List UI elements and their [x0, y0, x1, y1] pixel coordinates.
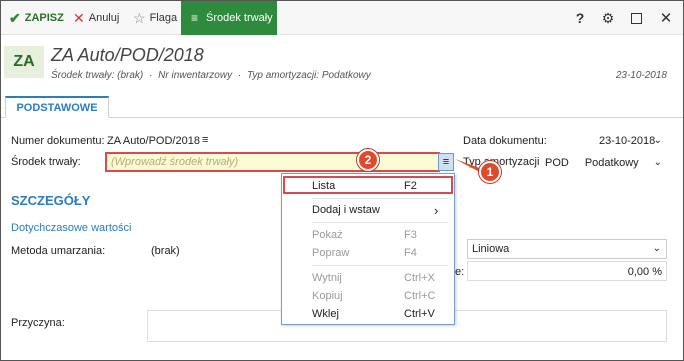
menu-item-shortcut: Ctrl+C — [404, 290, 436, 302]
menu-item-cut: Wytnij Ctrl+X — [282, 269, 454, 287]
subtitle-sep: · — [149, 70, 153, 81]
rate-value: 0,00 % — [627, 266, 662, 278]
amort-type-select[interactable]: POD Podatkowy ⌄ — [540, 153, 668, 173]
amort-value: Podatkowy — [584, 157, 639, 169]
help-icon: ? — [575, 10, 585, 26]
reason-label: Przyczyna: — [11, 317, 65, 329]
doc-date-value: 23-10-2018 — [599, 135, 656, 147]
asset-placeholder: (Wprowadź środek trwały) — [111, 156, 239, 168]
menu-item-show: Pokaż F3 — [282, 226, 454, 244]
subtitle-inventory: Nr inwentarzowy — [158, 70, 233, 81]
chevron-right-icon: › — [434, 202, 439, 218]
menu-divider — [312, 198, 448, 199]
save-label: ZAPISZ — [24, 12, 64, 24]
cancel-label: Anuluj — [88, 12, 120, 24]
asset-input[interactable]: (Wprowadź środek trwały) — [105, 152, 440, 172]
menu-item-shortcut: F3 — [404, 229, 417, 241]
menu-item-label: Wytnij — [312, 272, 342, 284]
close-icon: ✕ — [659, 10, 673, 27]
menu-item-label: Pokaż — [312, 229, 343, 241]
toolbar: ✔ ZAPISZ ✕ Anuluj ☆ Flaga ≡ Środek trwał… — [1, 1, 683, 35]
fixed-asset-label: Środek trwały — [206, 12, 273, 24]
menu-item-shortcut: Ctrl+V — [404, 308, 435, 320]
callout-badge-1: 1 — [479, 161, 501, 183]
doc-number-value[interactable]: ZA Auto/POD/2018 — [107, 135, 200, 147]
amort-code: POD — [545, 157, 569, 169]
doc-date-label: Data dokumentu: — [463, 135, 547, 147]
subtitle-asset: Środek trwały: (brak) — [51, 70, 144, 81]
menu-item-paste[interactable]: Wklej Ctrl+V — [282, 305, 454, 323]
menu-item-copy: Kopiuj Ctrl+C — [282, 287, 454, 305]
fixed-asset-button[interactable]: ≡ Środek trwały — [181, 1, 277, 35]
star-icon: ☆ — [133, 9, 146, 26]
chevron-down-icon: ⌄ — [653, 157, 662, 168]
menu-icon: ≡ — [442, 156, 450, 168]
document-badge: ZA — [4, 46, 44, 78]
page-title: ZA Auto/POD/2018 — [51, 45, 204, 65]
flag-button[interactable]: ☆ Flaga — [133, 1, 177, 35]
save-button[interactable]: ✔ ZAPISZ — [9, 1, 64, 35]
asset-label: Środek trwały: — [11, 156, 81, 168]
method-value: (brak) — [151, 245, 180, 257]
rate-field[interactable]: 0,00 % — [467, 261, 667, 281]
subtitle-amort: Typ amortyzacji: Podatkowy — [246, 70, 371, 81]
menu-item-edit: Popraw F4 — [282, 244, 454, 262]
previous-values-subsection: Dotychczasowe wartości — [11, 222, 132, 234]
menu-item-shortcut: F2 — [404, 180, 417, 192]
rate-label: e: — [455, 266, 465, 278]
x-icon: ✕ — [73, 9, 85, 26]
chevron-down-icon: ⌄ — [653, 135, 662, 146]
doc-date-field[interactable]: 23-10-2018 ⌄ — [594, 131, 668, 151]
doc-number-label: Numer dokumentu: — [11, 135, 105, 147]
method-right-select[interactable]: Liniowa ⌄ — [467, 239, 667, 259]
maximize-icon — [630, 12, 642, 24]
method-field[interactable]: (brak) — [147, 240, 281, 260]
menu-item-label: Popraw — [312, 247, 350, 259]
menu-divider — [312, 222, 448, 223]
window: ✔ ZAPISZ ✕ Anuluj ☆ Flaga ≡ Środek trwał… — [0, 0, 684, 361]
asset-menu-button[interactable]: ≡ — [438, 153, 454, 171]
menu-item-list[interactable]: Lista F2 — [282, 177, 454, 195]
method-label: Metoda umarzania: — [11, 245, 106, 257]
menu-item-shortcut: Ctrl+X — [404, 272, 435, 284]
menu-item-label: Lista — [312, 180, 336, 192]
close-button[interactable]: ✕ — [655, 1, 677, 35]
maximize-button[interactable] — [625, 1, 647, 35]
tab-basic[interactable]: PODSTAWOWE — [5, 96, 109, 118]
settings-button[interactable]: ⚙ — [597, 1, 619, 35]
method-right-value: Liniowa — [472, 243, 510, 255]
menu-item-add-insert[interactable]: Dodaj i wstaw › — [282, 201, 454, 219]
details-section-title: SZCZEGÓŁY — [11, 193, 91, 208]
menu-item-label: Dodaj i wstaw — [312, 204, 380, 216]
subtitle-sep: · — [237, 70, 242, 81]
doc-number-menu-icon[interactable]: ≡ — [202, 134, 208, 146]
header-date: 23-10-2018 — [615, 70, 667, 81]
gear-icon: ⚙ — [601, 9, 615, 26]
context-menu: Lista F2 Dodaj i wstaw › Pokaż F3 Popraw… — [281, 173, 455, 325]
callout-badge-2: 2 — [357, 149, 379, 171]
checkmark-icon: ✔ — [9, 9, 21, 26]
help-button[interactable]: ? — [569, 1, 591, 35]
menu-icon: ≡ — [191, 11, 199, 25]
menu-item-label: Kopiuj — [312, 290, 343, 302]
menu-divider — [312, 265, 448, 266]
flag-label: Flaga — [149, 12, 178, 24]
chevron-down-icon: ⌄ — [652, 243, 661, 254]
menu-item-label: Wklej — [312, 308, 339, 320]
header-subtitle: Środek trwały: (brak) · Nr inwentarzowy … — [51, 70, 371, 81]
cancel-button[interactable]: ✕ Anuluj — [73, 1, 119, 35]
menu-item-shortcut: F4 — [404, 247, 417, 259]
